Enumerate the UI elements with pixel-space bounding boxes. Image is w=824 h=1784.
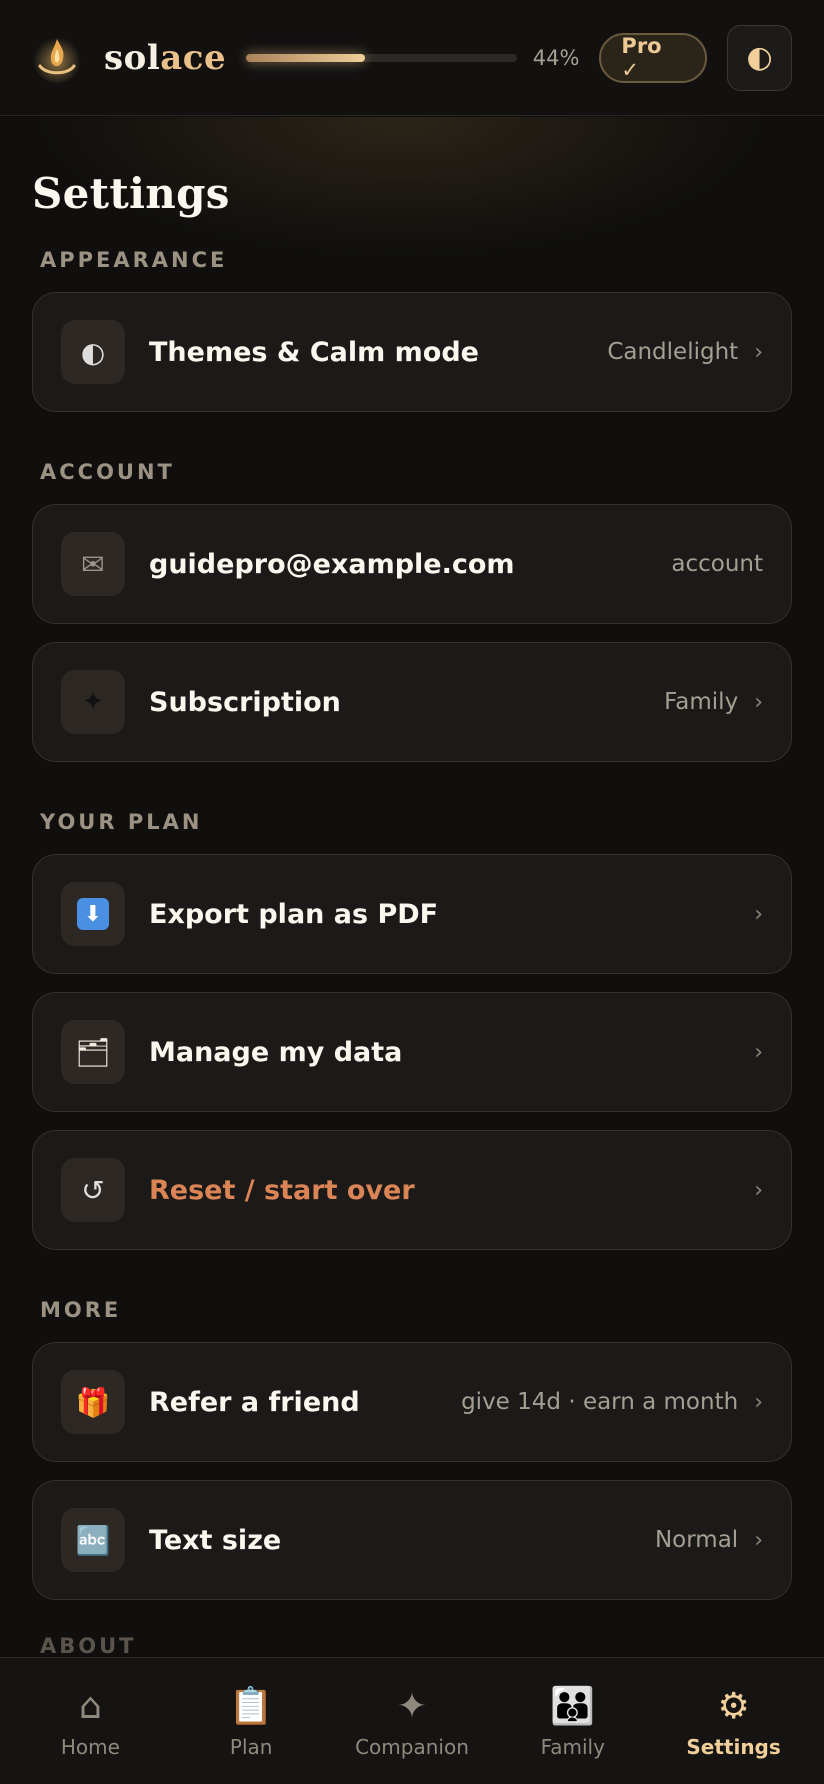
plan-progress-fill xyxy=(246,53,366,62)
chevron-right-icon: › xyxy=(754,689,763,715)
brand-suffix: ace xyxy=(160,37,227,78)
nav-settings-label: Settings xyxy=(686,1735,781,1759)
brand-name: solace xyxy=(104,38,226,78)
folder-icon-glyph: 🗂 xyxy=(75,1035,111,1069)
gift-icon-glyph: 🎁 xyxy=(75,1385,111,1419)
gift-icon: 🎁 xyxy=(61,1370,125,1434)
themes-value: Candlelight xyxy=(607,339,739,365)
sparkle-icon: ✦ xyxy=(61,670,125,734)
flame-logo-icon xyxy=(32,33,82,83)
text-size-icon: 🔤 xyxy=(61,1508,125,1572)
subscription-label: Subscription xyxy=(149,686,341,718)
clipboard-icon: 📋 xyxy=(228,1686,274,1727)
nav-plan[interactable]: 📋 Plan xyxy=(176,1683,326,1759)
theme-toggle-button[interactable]: ◐ xyxy=(727,24,792,91)
refer-friend-row[interactable]: 🎁 Refer a friend give 14d · earn a month… xyxy=(32,1342,792,1462)
text-size-label: Text size xyxy=(149,1524,282,1556)
section-label-account: ACCOUNT xyxy=(40,460,175,484)
nav-family-label: Family xyxy=(540,1735,605,1759)
settings-content[interactable]: Settings APPEARANCE ◐ Themes & Calm mode… xyxy=(0,117,824,1657)
section-label-about: ABOUT xyxy=(40,1634,137,1657)
text-size-row[interactable]: 🔤 Text size Normal › xyxy=(32,1480,792,1600)
section-label-more: MORE xyxy=(40,1298,122,1322)
reset-row[interactable]: ↺ Reset / start over › xyxy=(32,1130,792,1250)
chevron-right-icon: › xyxy=(754,339,763,365)
nav-plan-label: Plan xyxy=(229,1735,273,1759)
chevron-right-icon: › xyxy=(754,1039,763,1065)
reset-icon: ↺ xyxy=(61,1158,125,1222)
download-icon: ⬇ xyxy=(61,882,125,946)
export-pdf-row[interactable]: ⬇ Export plan as PDF › xyxy=(32,854,792,974)
section-label-your-plan: YOUR PLAN xyxy=(40,810,203,834)
reset-label: Reset / start over xyxy=(149,1174,415,1206)
nav-home-label: Home xyxy=(60,1735,120,1759)
text-size-icon-glyph: 🔤 xyxy=(75,1523,111,1557)
nav-companion-label: Companion xyxy=(355,1735,469,1759)
refer-friend-label: Refer a friend xyxy=(149,1386,360,1418)
themes-icon-glyph: ◐ xyxy=(80,335,106,369)
themes-row[interactable]: ◐ Themes & Calm mode Candlelight › xyxy=(32,292,792,412)
plan-progress-bar xyxy=(246,53,517,62)
chevron-right-icon: › xyxy=(754,1389,763,1415)
chevron-right-icon: › xyxy=(754,1527,763,1553)
plan-progress-text: 44% xyxy=(532,45,580,70)
brand-prefix: sol xyxy=(104,37,161,78)
envelope-icon-glyph: ✉ xyxy=(81,547,105,581)
home-icon: ⌂ xyxy=(78,1685,102,1727)
section-label-appearance: APPEARANCE xyxy=(40,248,228,272)
manage-data-label: Manage my data xyxy=(149,1036,403,1068)
gear-icon: ⚙ xyxy=(717,1685,750,1727)
half-circle-icon: ◐ xyxy=(61,320,125,384)
refer-friend-value: give 14d · earn a month xyxy=(461,1389,739,1415)
subscription-row[interactable]: ✦ Subscription Family › xyxy=(32,642,792,762)
chevron-right-icon: › xyxy=(754,901,763,927)
themes-label: Themes & Calm mode xyxy=(149,336,479,368)
family-icon: 👪 xyxy=(550,1686,596,1727)
folder-icon: 🗂 xyxy=(61,1020,125,1084)
text-size-value: Normal xyxy=(654,1527,739,1553)
nav-companion[interactable]: ✦ Companion xyxy=(337,1683,487,1760)
account-email-value: account xyxy=(671,551,763,577)
account-email-row: ✉ guidepro@example.com account xyxy=(32,504,792,624)
nav-settings[interactable]: ⚙ Settings xyxy=(659,1683,809,1760)
subscription-value: Family xyxy=(664,689,739,715)
sparkle-icon: ✦ xyxy=(396,1685,428,1727)
top-bar: solace 44% Pro ✓ ◐ xyxy=(0,0,824,116)
pro-badge-button[interactable]: Pro ✓ xyxy=(599,32,708,83)
reset-icon-glyph: ↺ xyxy=(81,1173,105,1207)
sparkle-icon-glyph: ✦ xyxy=(82,687,104,717)
manage-data-row[interactable]: 🗂 Manage my data › xyxy=(32,992,792,1112)
envelope-icon: ✉ xyxy=(61,532,125,596)
nav-home[interactable]: ⌂ Home xyxy=(15,1683,165,1760)
download-icon-glyph: ⬇ xyxy=(77,898,109,930)
account-email: guidepro@example.com xyxy=(149,548,515,580)
bottom-nav: ⌂ Home 📋 Plan ✦ Companion 👪 Family ⚙ Set… xyxy=(0,1657,824,1784)
chevron-right-icon: › xyxy=(754,1177,763,1203)
nav-family[interactable]: 👪 Family xyxy=(498,1683,648,1759)
page-title: Settings xyxy=(32,169,230,218)
half-circle-icon: ◐ xyxy=(746,40,773,75)
export-pdf-label: Export plan as PDF xyxy=(149,898,439,930)
